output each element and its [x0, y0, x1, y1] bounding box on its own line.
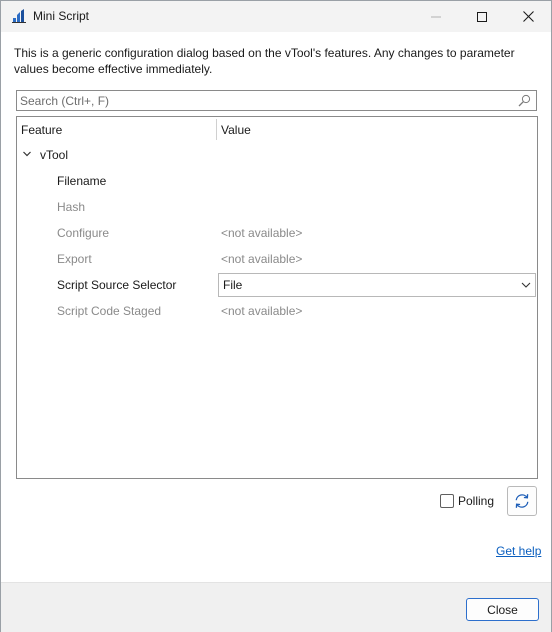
chevron-down-icon[interactable] — [22, 149, 32, 159]
value-column-header[interactable]: Value — [221, 123, 251, 137]
close-icon — [522, 11, 534, 22]
table-row: Script Code Staged <not available> — [17, 298, 537, 324]
maximize-button[interactable] — [459, 1, 505, 32]
feature-name: Configure — [57, 226, 110, 240]
refresh-button[interactable] — [507, 486, 537, 516]
search-input[interactable] — [17, 91, 510, 110]
table-row: Export <not available> — [17, 246, 537, 272]
grid-header: Feature Value — [17, 117, 537, 142]
minimize-icon — [431, 16, 441, 17]
table-row[interactable]: Filename — [17, 168, 537, 194]
app-icon — [12, 9, 26, 23]
feature-column-header[interactable]: Feature — [21, 123, 62, 137]
search-icon — [518, 94, 531, 107]
polling-checkbox[interactable] — [440, 494, 454, 508]
feature-name: Script Code Staged — [57, 304, 162, 318]
get-help-link[interactable]: Get help — [496, 544, 541, 558]
feature-value: <not available> — [221, 252, 303, 266]
script-source-dropdown[interactable]: File — [218, 273, 536, 297]
polling-label[interactable]: Polling — [458, 494, 494, 508]
feature-value: <not available> — [221, 304, 303, 318]
title-bar: Mini Script — [1, 1, 551, 32]
polling-option[interactable]: Polling — [440, 493, 500, 509]
dialog-footer: Close — [1, 582, 551, 632]
chevron-down-icon — [521, 282, 531, 288]
dropdown-selected-value: File — [223, 278, 243, 292]
dialog-window: Mini Script This is a generic configurat… — [0, 0, 552, 632]
feature-name: Export — [57, 252, 92, 266]
feature-value: <not available> — [221, 226, 303, 240]
table-row[interactable]: Script Source Selector File — [17, 272, 537, 298]
table-row: Configure <not available> — [17, 220, 537, 246]
window-close-button[interactable] — [505, 1, 551, 32]
feature-name: Hash — [57, 200, 86, 214]
tree-node-vtool[interactable]: vTool — [17, 142, 537, 168]
dialog-description: This is a generic configuration dialog b… — [14, 46, 515, 76]
refresh-icon — [515, 494, 529, 508]
maximize-icon — [477, 11, 487, 22]
minimize-button[interactable] — [413, 1, 459, 32]
window-title: Mini Script — [33, 9, 90, 23]
search-box[interactable] — [16, 90, 537, 111]
feature-grid: Feature Value vTool Filename Hash Config… — [16, 116, 538, 479]
column-divider[interactable] — [216, 119, 217, 140]
table-row: Hash — [17, 194, 537, 220]
feature-name: Filename — [57, 174, 107, 188]
feature-name: Script Source Selector — [57, 278, 177, 292]
tree-node-label: vTool — [40, 148, 69, 162]
close-button[interactable]: Close — [466, 598, 539, 621]
